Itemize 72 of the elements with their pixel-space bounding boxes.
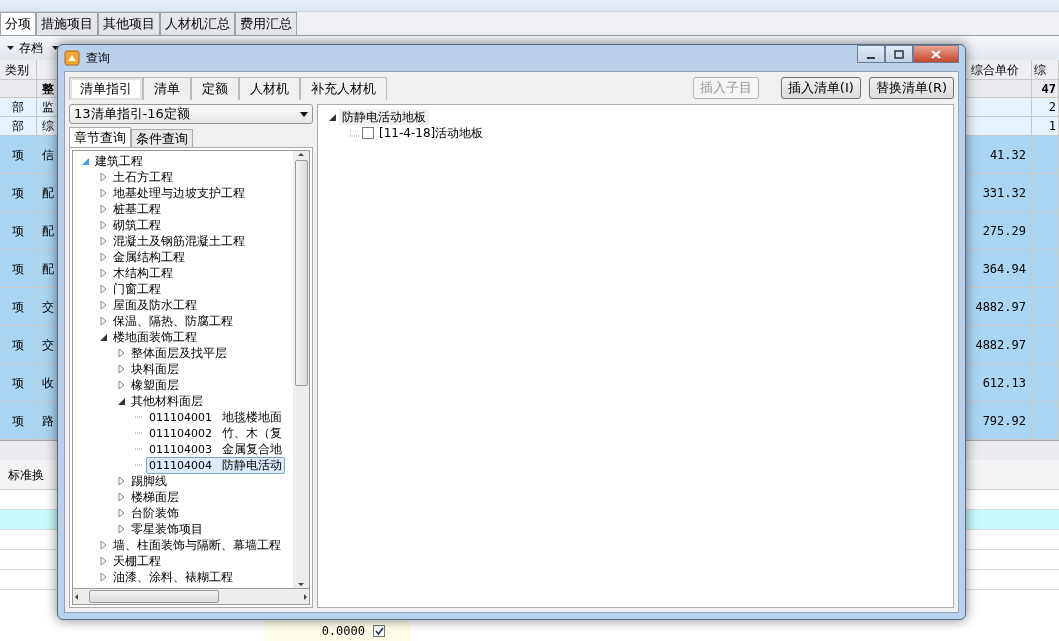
tree-item[interactable]: 保温、隔热、防腐工程 [110,313,236,329]
dialog-tab[interactable]: 清单 [143,76,191,100]
document-tab[interactable]: 措施项目 [36,12,98,35]
tree-item[interactable]: 楼梯面层 [128,489,182,505]
tree-item[interactable]: 油漆、涂料、裱糊工程 [110,569,236,585]
column-header: 综 [1032,60,1059,80]
document-tab[interactable]: 分项 [0,12,36,35]
tree-item[interactable]: 011104003 金属复合地 [146,440,285,458]
table-cell: 项 [0,212,37,250]
table-cell: 364.94 [966,250,1032,288]
table-cell: 项 [0,288,37,326]
tree-item[interactable]: 屋面及防水工程 [110,297,200,313]
tree-item[interactable]: 建筑工程 [92,153,146,169]
tree-item[interactable]: [11-4-18]活动地板 [376,125,487,141]
tree-item[interactable]: 天棚工程 [110,553,164,569]
table-cell: 612.13 [966,364,1032,402]
save-menu[interactable]: 存档 [19,39,43,57]
library-dropdown[interactable]: 13清单指引-16定额 [69,104,313,124]
tree-item[interactable]: 防静电活动地板 [339,109,429,125]
tree-item[interactable]: 土石方工程 [110,169,176,185]
tab-label[interactable]: 标准换 [8,465,44,484]
table-cell: 项 [0,250,37,288]
tree-item[interactable]: 其他材料面层 [128,393,206,409]
query-tab[interactable]: 章节查询 [69,127,131,147]
tree-item[interactable]: 011104002 竹、木（复 [146,424,285,442]
dialog-tab[interactable]: 人材机 [239,76,300,100]
window-title: 查询 [86,50,110,67]
table-cell: 项 [0,174,37,212]
tree-item[interactable]: 011104004 防静电活动 [146,456,285,474]
tree-item[interactable]: 楼地面装饰工程 [110,329,200,345]
tree-item[interactable]: 零星装饰项目 [128,521,206,537]
tree-item[interactable]: 混凝土及钢筋混凝土工程 [110,233,248,249]
dialog-tab[interactable]: 清单指引 [69,76,143,100]
dialog-button[interactable]: 插入清单(I) [780,77,861,99]
document-tab[interactable]: 费用汇总 [235,12,297,35]
column-header: 类别 [0,60,37,80]
tree-item[interactable]: 块料面层 [128,361,182,377]
tree-item[interactable]: 地基处理与边坡支护工程 [110,185,248,201]
dialog-tab[interactable]: 定额 [191,76,239,100]
tree-item[interactable]: 桩基工程 [110,201,164,217]
table-cell: 项 [0,364,37,402]
table-cell: 792.92 [966,402,1032,440]
table-cell: 部 [0,98,37,117]
table-cell: 项 [0,136,37,174]
tree-item[interactable]: 金属结构工程 [110,249,188,265]
table-cell: 部 [0,117,37,136]
tree-item[interactable]: 踢脚线 [128,473,170,489]
table-cell: 4882.97 [966,326,1032,364]
table-cell: 275.29 [966,212,1032,250]
tree-item[interactable]: 砌筑工程 [110,217,164,233]
table-cell: 4882.97 [966,288,1032,326]
table-cell: 1 [1032,117,1059,136]
table-cell: 项 [0,326,37,364]
document-tab[interactable]: 人材机汇总 [160,12,235,35]
column-header: 综合单价 [966,60,1032,80]
tree-item[interactable]: 整体面层及找平层 [128,345,230,361]
document-tab[interactable]: 其他项目 [98,12,160,35]
dialog-tab[interactable]: 补充人材机 [300,76,387,100]
table-cell: 41.32 [966,136,1032,174]
tree-item[interactable]: 橡塑面层 [128,377,182,393]
query-tab[interactable]: 条件查询 [131,129,193,147]
tree-item[interactable]: 门窗工程 [110,281,164,297]
cell-value: 0.0000 [320,623,365,640]
tree-item[interactable]: 011104001 地毯楼地面 [146,408,285,426]
table-cell: 331.32 [966,174,1032,212]
tree-item[interactable]: 台阶装饰 [128,505,182,521]
tree-item[interactable]: 墙、柱面装饰与隔断、幕墙工程 [110,537,284,553]
table-cell: 项 [0,402,37,440]
table-cell: 2 [1032,98,1059,117]
dialog-button[interactable]: 替换清单(R) [868,77,954,99]
table-cell: 47 [1032,80,1059,98]
tree-item[interactable]: 木结构工程 [110,265,176,281]
